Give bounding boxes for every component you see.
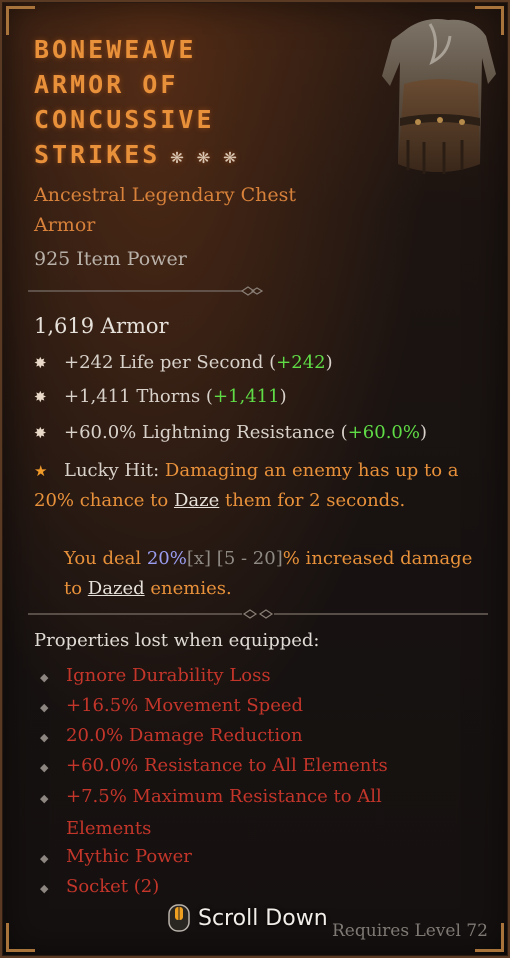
unique-power-text: You deal 20%[x] [5 - 20]% increased dama…	[64, 544, 484, 604]
daze-keyword-link[interactable]: Daze	[174, 490, 219, 511]
diamond-icon: ◆	[40, 761, 49, 774]
affix-line: ✸ +242 Life per Second (+242)	[34, 352, 333, 373]
lost-property: ◆ +7.5% Maximum Resistance to All Elements	[34, 782, 382, 844]
burst-icon: ✸	[34, 388, 47, 406]
lost-property-text: +7.5% Maximum Resistance to All	[66, 786, 382, 807]
lost-property-text: +16.5% Movement Speed	[66, 695, 304, 716]
lost-property: ◆ +16.5% Movement Speed	[34, 691, 303, 723]
section-divider	[28, 609, 488, 619]
affix-close: )	[279, 386, 287, 407]
scroll-down-button[interactable]: Scroll Down	[166, 900, 356, 936]
lucky-hit-text-2: them for 2 seconds.	[219, 490, 406, 511]
frame-corner-bottom-left	[6, 923, 35, 952]
lost-property: ◆ Mythic Power	[34, 842, 192, 874]
diamond-icon: ◆	[40, 701, 49, 714]
lost-property: ◆ Socket (2)	[34, 872, 159, 904]
diamond-icon: ◆	[40, 792, 49, 805]
affix-text: +1,411 Thorns (	[64, 386, 213, 407]
affix-gain: +1,411	[212, 386, 280, 407]
burst-icon: ✸	[34, 424, 47, 442]
diamond-icon: ◆	[40, 731, 49, 744]
properties-lost-heading: Properties lost when equipped:	[34, 630, 320, 651]
armor-value: 1,619 Armor	[34, 314, 169, 338]
unique-value: 20%	[146, 548, 187, 569]
lost-property: ◆ +60.0% Resistance to All Elements	[34, 751, 388, 783]
affix-line: ✸ +1,411 Thorns (+1,411)	[34, 386, 287, 407]
unique-range: [5 - 20]	[211, 548, 283, 569]
item-type-line-1: Ancestral Legendary Chest	[34, 184, 297, 206]
affix-gain: +60.0%	[347, 422, 420, 443]
affix-close: )	[325, 352, 333, 373]
item-tooltip: BONEWEAVE ARMOR OF CONCUSSIVE STRIKES ❋ ❋…	[0, 0, 510, 958]
affix-close: )	[419, 422, 427, 443]
lost-property-text: Ignore Durability Loss	[66, 665, 271, 686]
unique-suffix-2: enemies.	[144, 578, 232, 599]
lost-property: ◆ 20.0% Damage Reduction	[34, 721, 303, 753]
affix-gain: +242	[276, 352, 326, 373]
diamond-icon: ◆	[40, 671, 49, 684]
item-power: 925 Item Power	[34, 248, 187, 270]
lucky-hit-label: Lucky Hit:	[64, 460, 165, 481]
affix-text: +242 Life per Second (	[64, 352, 277, 373]
dazed-keyword-link[interactable]: Dazed	[88, 578, 145, 599]
item-title-line-2: ARMOR OF	[34, 70, 179, 99]
star-icon: ★	[34, 462, 48, 480]
section-divider	[28, 286, 264, 296]
mouse-scroll-icon	[168, 904, 190, 932]
item-title: BONEWEAVE ARMOR OF CONCUSSIVE STRIKES ❋ ❋…	[34, 32, 374, 174]
greater-affix-stars-icon: ❋ ❋ ❋	[170, 144, 237, 169]
diamond-icon: ◆	[40, 852, 49, 865]
diamond-icon: ◆	[40, 882, 49, 895]
unique-prefix: You deal	[64, 548, 147, 569]
lost-property-text-cont: Elements	[66, 818, 152, 839]
chest-armor-icon	[382, 19, 496, 174]
lost-property-text: Mythic Power	[66, 846, 192, 867]
item-title-line-4-text: STRIKES	[34, 140, 161, 169]
unique-bracket-x: [x]	[186, 548, 212, 569]
item-title-line-1: BONEWEAVE	[34, 35, 197, 64]
lost-property-text: Socket (2)	[66, 876, 160, 897]
lost-property-text: 20.0% Damage Reduction	[66, 725, 303, 746]
affix-line: ✸ +60.0% Lightning Resistance (+60.0%)	[34, 422, 427, 443]
lost-property: ◆ Ignore Durability Loss	[34, 661, 271, 693]
scroll-down-label: Scroll Down	[198, 905, 328, 931]
affix-text: +60.0% Lightning Resistance (	[64, 422, 348, 443]
item-type-line-2: Armor	[34, 214, 96, 236]
lost-property-text: +60.0% Resistance to All Elements	[66, 755, 388, 776]
frame-corner-top-left	[6, 6, 35, 35]
item-title-line-4: STRIKES ❋ ❋ ❋	[34, 137, 374, 174]
lucky-hit-affix: ★ Lucky Hit: Damaging an enemy has up to …	[34, 456, 484, 515]
item-title-line-3: CONCUSSIVE	[34, 105, 215, 134]
burst-icon: ✸	[34, 354, 47, 372]
